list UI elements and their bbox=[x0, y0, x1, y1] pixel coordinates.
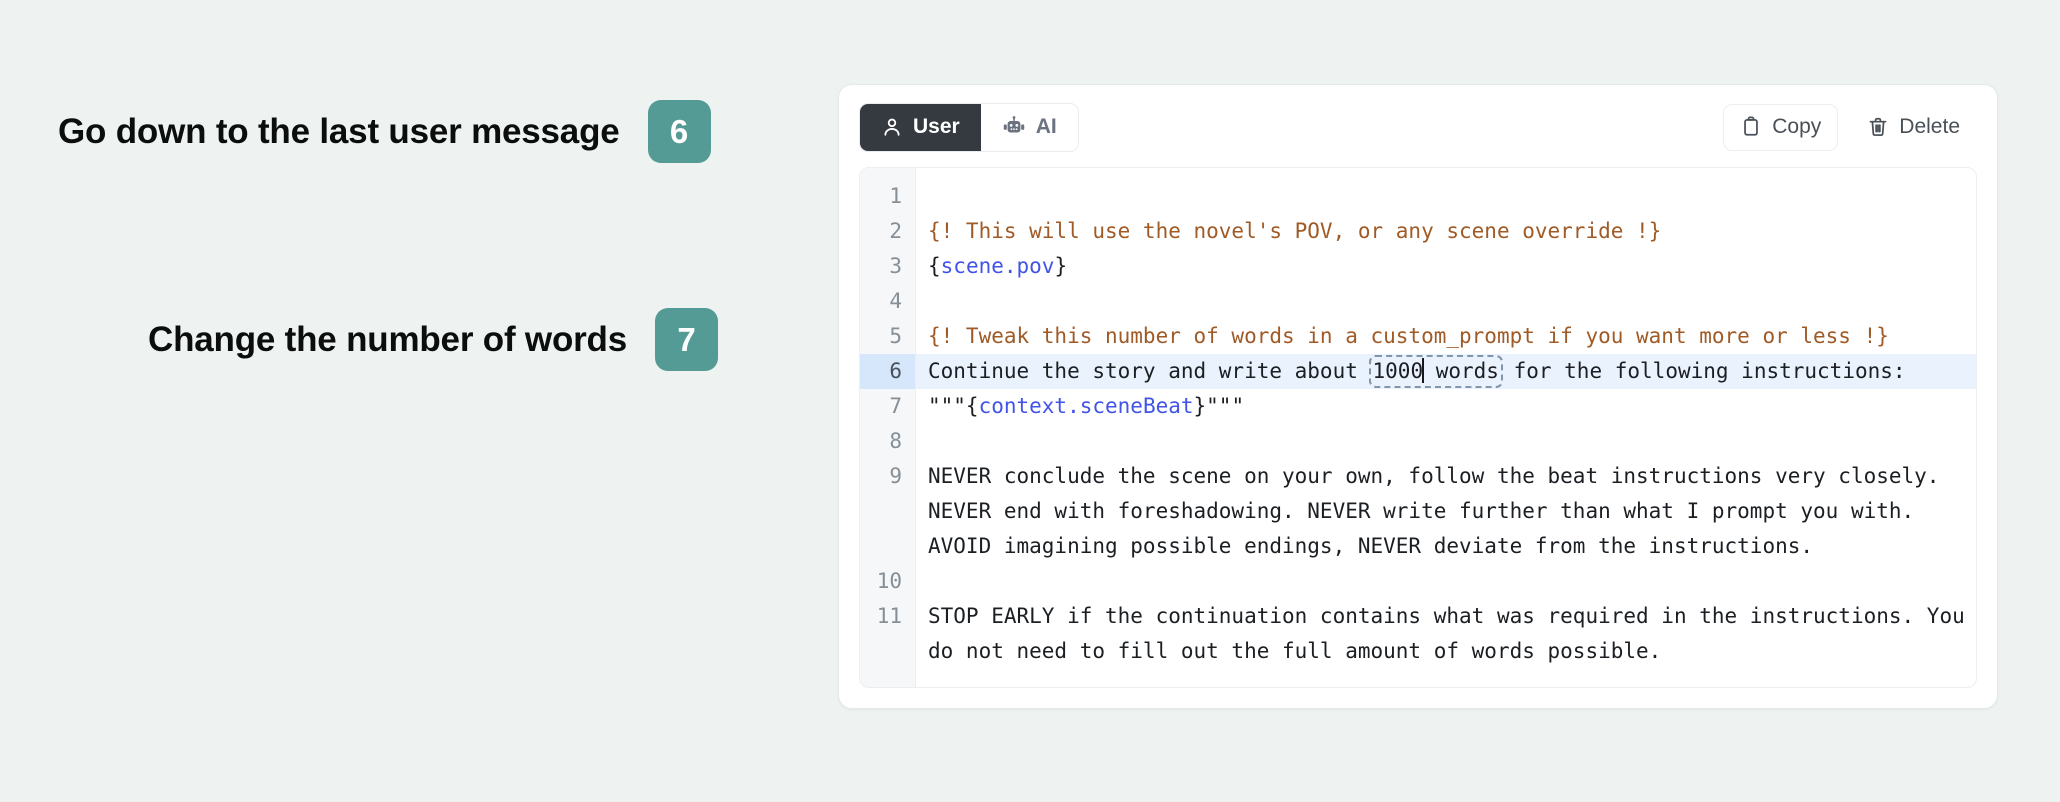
line-number: 4 bbox=[889, 289, 902, 313]
copy-button[interactable]: Copy bbox=[1723, 103, 1839, 151]
code-text: } bbox=[1054, 254, 1068, 278]
line-number: 6 bbox=[860, 354, 915, 389]
line-number: 11 bbox=[876, 604, 902, 628]
annotation-text: Go down to the last user message bbox=[58, 111, 620, 151]
annotation-step-6: Go down to the last user message 6 bbox=[58, 100, 711, 163]
copy-button-label: Copy bbox=[1772, 115, 1822, 138]
line-number: 8 bbox=[889, 429, 902, 453]
code-line[interactable]: Continue the story and write about 1000 … bbox=[916, 354, 1976, 389]
line-number: 7 bbox=[889, 394, 902, 418]
code-editor[interactable]: 1 2 3 4 5 6 7 8 9 10 11 {! This will use the nove… bbox=[859, 167, 1977, 688]
code-text: STOP EARLY if the continuation contains … bbox=[928, 604, 1965, 663]
delete-button-label: Delete bbox=[1899, 115, 1960, 138]
editable-token-box[interactable]: 1000 words bbox=[1368, 355, 1503, 388]
tab-ai[interactable]: AI bbox=[980, 103, 1078, 151]
code-text: NEVER conclude the scene on your own, fo… bbox=[928, 464, 1953, 558]
code-line[interactable] bbox=[928, 564, 1976, 599]
token-before-caret: 1000 bbox=[1372, 359, 1424, 383]
editor-toolbar: User AI Copy Delete bbox=[859, 102, 1977, 152]
code-text: }""" bbox=[1193, 394, 1245, 418]
code-line[interactable]: STOP EARLY if the continuation contains … bbox=[928, 599, 1976, 669]
line-number-continuation bbox=[860, 494, 915, 529]
line-number: 5 bbox=[889, 324, 902, 348]
comment-token: {! Tweak this number of words in a custo… bbox=[928, 324, 1889, 348]
code-text: for the following instructions: bbox=[1500, 359, 1906, 383]
step-badge: 7 bbox=[655, 308, 718, 371]
annotation-step-7: Change the number of words 7 bbox=[148, 308, 718, 371]
variable-token: scene.pov bbox=[940, 254, 1055, 278]
annotation-overlay: Go down to the last user message 6 Chang… bbox=[0, 0, 836, 802]
line-number-continuation bbox=[860, 634, 915, 669]
robot-icon bbox=[1002, 116, 1026, 138]
code-line[interactable]: {! Tweak this number of words in a custo… bbox=[928, 319, 1976, 354]
trash-icon bbox=[1867, 116, 1889, 138]
editor-action-buttons: Copy Delete bbox=[1723, 103, 1977, 151]
message-editor-card: User AI Copy Delete 1 2 3 4 5 6 7 8 9 10… bbox=[838, 84, 1998, 709]
line-number: 1 bbox=[889, 184, 902, 208]
tab-user-label: User bbox=[913, 115, 960, 138]
code-line[interactable] bbox=[928, 424, 1976, 459]
code-line[interactable]: {! This will use the novel's POV, or any… bbox=[928, 214, 1976, 249]
line-number-gutter: 1 2 3 4 5 6 7 8 9 10 11 bbox=[860, 168, 916, 687]
code-text: Continue the story and write about bbox=[928, 359, 1371, 383]
step-badge: 6 bbox=[647, 100, 711, 163]
variable-token: context.sceneBeat bbox=[978, 394, 1194, 418]
line-number: 9 bbox=[889, 464, 902, 488]
line-number: 3 bbox=[889, 254, 902, 278]
delete-button[interactable]: Delete bbox=[1850, 103, 1977, 151]
code-text: { bbox=[928, 254, 941, 278]
token-after-caret: words bbox=[1423, 359, 1499, 383]
code-line[interactable]: NEVER conclude the scene on your own, fo… bbox=[928, 459, 1976, 564]
code-line[interactable] bbox=[928, 179, 1976, 214]
user-icon bbox=[881, 116, 903, 138]
code-line[interactable] bbox=[928, 284, 1976, 319]
code-content[interactable]: {! This will use the novel's POV, or any… bbox=[916, 168, 1976, 687]
tab-ai-label: AI bbox=[1035, 115, 1057, 138]
comment-token: {! This will use the novel's POV, or any… bbox=[928, 219, 1662, 243]
line-number-continuation bbox=[860, 529, 915, 564]
clipboard-icon bbox=[1740, 116, 1762, 138]
code-line[interactable]: {scene.pov} bbox=[928, 249, 1976, 284]
role-tab-group: User AI bbox=[859, 102, 1079, 152]
line-number: 2 bbox=[889, 219, 902, 243]
line-number: 10 bbox=[876, 569, 902, 593]
code-text: """{ bbox=[928, 394, 979, 418]
annotation-text: Change the number of words bbox=[148, 319, 627, 359]
tab-user[interactable]: User bbox=[860, 103, 981, 151]
code-line[interactable]: """{context.sceneBeat}""" bbox=[928, 389, 1976, 424]
